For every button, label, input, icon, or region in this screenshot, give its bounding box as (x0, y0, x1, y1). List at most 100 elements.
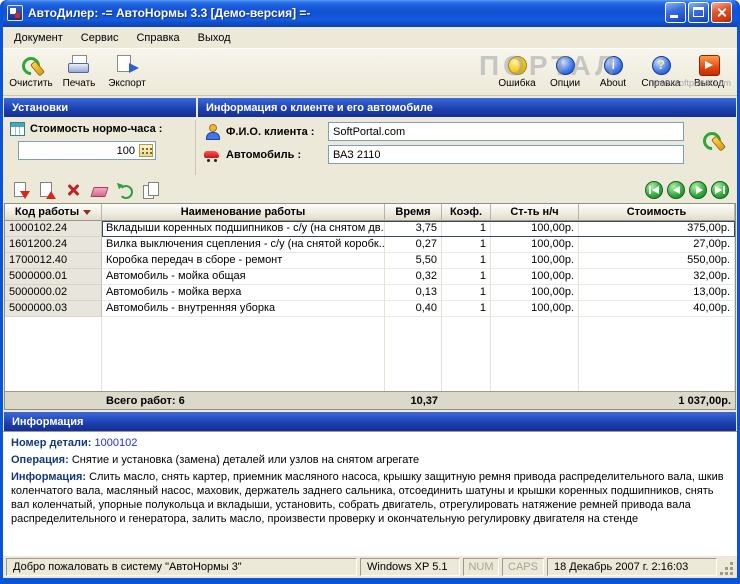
table-cell: Автомобиль - внутренняя уборка (102, 301, 385, 317)
column-header[interactable]: Наименование работы (102, 204, 385, 221)
table-row[interactable]: 5000000.02 Автомобиль - мойка верха 0,13 1 1… (5, 285, 735, 301)
client-panel: Ф.И.О. клиента : Автомобиль : (198, 120, 736, 175)
nav-prev-icon (668, 182, 684, 198)
table-rows: 1000102.24 Вкладыши коренных подшипников … (5, 221, 735, 317)
table-row[interactable]: 1000102.24 Вкладыши коренных подшипников … (5, 221, 735, 237)
window-title: АвтоДилер: -= АвтоНормы 3.3 [Демо-версия… (28, 5, 311, 20)
toolbar-button-label: Печать (62, 78, 96, 89)
table-cell: 550,00р. (579, 253, 735, 269)
delete-icon (64, 181, 82, 199)
status-welcome: Добро пожаловать в систему "АвтоНормы 3" (6, 558, 357, 576)
column-header[interactable]: Коэф. (442, 204, 491, 221)
export-button[interactable]: Экспорт (103, 50, 151, 89)
maximize-button[interactable] (688, 2, 709, 23)
table-cell: 0,40 (385, 301, 442, 317)
table-cell: Коробка передач в сборе - ремонт (102, 253, 385, 269)
menu-item-document[interactable]: Документ (5, 30, 72, 46)
insert-work-button[interactable] (37, 180, 57, 200)
car-input[interactable] (328, 145, 684, 164)
table-cell: 1700012.40 (5, 253, 102, 269)
toolbar-button-label: Ошибка (498, 78, 536, 89)
calculator-icon[interactable] (139, 144, 153, 157)
table-cell: Автомобиль - мойка верха (102, 285, 385, 301)
column-header[interactable]: Время (385, 204, 442, 221)
table-cell: 1 (442, 285, 491, 301)
nav-first-button[interactable] (645, 181, 663, 199)
add-doc-icon (12, 181, 30, 199)
nav-last-button[interactable] (711, 181, 729, 199)
works-toolbar (3, 177, 737, 203)
clear-client-button[interactable] (699, 128, 725, 152)
table-cell: 5,50 (385, 253, 442, 269)
refresh-button[interactable] (115, 180, 135, 200)
client-name-label: Ф.И.О. клиента : (226, 125, 315, 138)
toolbar-button-label: Выход (694, 78, 724, 89)
clear-button[interactable]: Очистить (7, 50, 55, 89)
menu-item-service[interactable]: Сервис (72, 30, 128, 46)
table-cell: 1 (442, 269, 491, 285)
table-cell: 1000102.24 (5, 221, 102, 237)
table-header-row: Код работы Наименование работы Время Коэф. С… (5, 204, 735, 221)
table-cell: 32,00р. (579, 269, 735, 285)
copy-icon (142, 181, 160, 199)
table-row[interactable]: 1601200.24 Вилка выключения сцепления - с… (5, 237, 735, 253)
titlebar[interactable]: АвтоДилер: -= АвтоНормы 3.3 [Демо-версия… (3, 0, 737, 27)
eraser-icon (90, 181, 108, 199)
column-header[interactable]: Стоимость (579, 204, 735, 221)
table-cell: Автомобиль - мойка общая (102, 269, 385, 285)
toolbar-button-label: Справка (641, 78, 681, 89)
rate-input[interactable] (19, 144, 139, 157)
about-button[interactable]: About (589, 50, 637, 89)
table-cell: 100,00р. (491, 237, 579, 253)
table-cell: 27,00р. (579, 237, 735, 253)
table-cell: 1601200.24 (5, 237, 102, 253)
copy-button[interactable] (141, 180, 161, 200)
insert-doc-icon (38, 181, 56, 199)
table-row[interactable]: 1700012.40 Коробка передач в сборе - ремо… (5, 253, 735, 269)
delete-work-button[interactable] (63, 180, 83, 200)
menu-bar: Документ Сервис Справка Выход (3, 27, 737, 49)
exit-button[interactable]: Выход (685, 50, 733, 89)
table-row[interactable]: 5000000.01 Автомобиль - мойка общая 0,32 1 1… (5, 269, 735, 285)
menu-item-help[interactable]: Справка (127, 30, 188, 46)
help-button[interactable]: Справка (637, 50, 685, 89)
error-button[interactable]: Ошибка (493, 50, 541, 89)
table-row[interactable]: 5000000.03 Автомобиль - внутренняя уборка… (5, 301, 735, 317)
menu-item-exit[interactable]: Выход (189, 30, 240, 46)
toolbar-button-label: Опции (549, 78, 581, 89)
minimize-button[interactable] (665, 2, 686, 23)
column-header[interactable]: Код работы (5, 204, 102, 221)
add-work-button[interactable] (11, 180, 31, 200)
settings-panel-header: Установки (4, 98, 196, 117)
info-panel: Номер детали: 1000102 Операция: Снятие и… (3, 431, 737, 556)
print-button[interactable]: Печать (55, 50, 103, 89)
status-num-lock: NUM (463, 558, 499, 576)
column-header[interactable]: Ст-ть н/ч (491, 204, 579, 221)
main-toolbar: Очистить Печать Экспорт ПОРТАЛ www.softpor… (3, 49, 737, 96)
erase-works-button[interactable] (89, 180, 109, 200)
operation-text: Снятие и установка (замена) деталей или … (71, 454, 420, 466)
table-cell: 5000000.01 (5, 269, 102, 285)
footer-total-label: Всего работ: 6 (106, 394, 185, 407)
nav-next-button[interactable] (689, 181, 707, 199)
table-cell: 1 (442, 237, 491, 253)
settings-panel: Стоимость нормо-часа : (4, 120, 196, 175)
close-button[interactable] (711, 2, 732, 23)
status-caps-lock: CAPS (502, 558, 544, 576)
nav-prev-button[interactable] (667, 181, 685, 199)
options-button[interactable]: Опции (541, 50, 589, 89)
client-name-input[interactable] (328, 122, 684, 141)
table-empty-area (5, 317, 735, 391)
options-icon (552, 53, 578, 77)
toolbar-left-group: Очистить Печать Экспорт (7, 50, 151, 89)
table-cell: Вкладыши коренных подшипников - с/у (на … (102, 221, 385, 237)
resize-grip[interactable] (720, 558, 734, 576)
table-cell: 100,00р. (491, 253, 579, 269)
table-cell: 100,00р. (491, 285, 579, 301)
car-icon (204, 148, 220, 162)
table-cell: 3,75 (385, 221, 442, 237)
table-cell: 100,00р. (491, 269, 579, 285)
status-os: Windows XP 5.1 (360, 558, 460, 576)
footer-total-cost: 1 037,00р. (678, 394, 731, 407)
part-number-value[interactable]: 1000102 (94, 437, 137, 449)
